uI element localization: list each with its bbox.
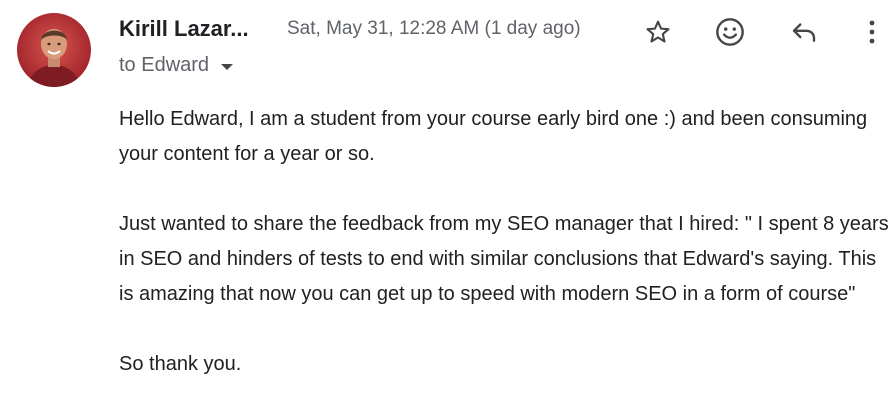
more-options-button[interactable]: [857, 14, 887, 50]
star-icon: [646, 20, 670, 43]
recipient-details-toggle[interactable]: to Edward: [119, 54, 234, 77]
emoji-icon: [716, 18, 744, 46]
avatar-photo: [17, 13, 91, 87]
email-body: Hello Edward, I am a student from your c…: [119, 102, 889, 414]
email-date: Sat, May 31, 12:28 AM (1 day ago): [287, 18, 581, 39]
more-vert-icon: [869, 20, 875, 44]
star-button[interactable]: [640, 14, 676, 50]
body-paragraph: Hello Edward, I am a student from your c…: [119, 108, 868, 165]
recipient-label: to Edward: [119, 54, 210, 76]
add-reaction-button[interactable]: [712, 14, 748, 50]
reply-button[interactable]: [786, 14, 822, 50]
email-message: Kirill Lazar... Sat, May 31, 12:28 AM (1…: [0, 0, 892, 414]
body-paragraph: Just wanted to share the feedback from m…: [119, 213, 889, 305]
sender-name[interactable]: Kirill Lazar...: [119, 16, 249, 42]
reply-icon: [792, 23, 816, 42]
avatar[interactable]: [17, 13, 91, 87]
body-paragraph: So thank you.: [119, 353, 242, 375]
chevron-down-icon: [221, 63, 234, 70]
